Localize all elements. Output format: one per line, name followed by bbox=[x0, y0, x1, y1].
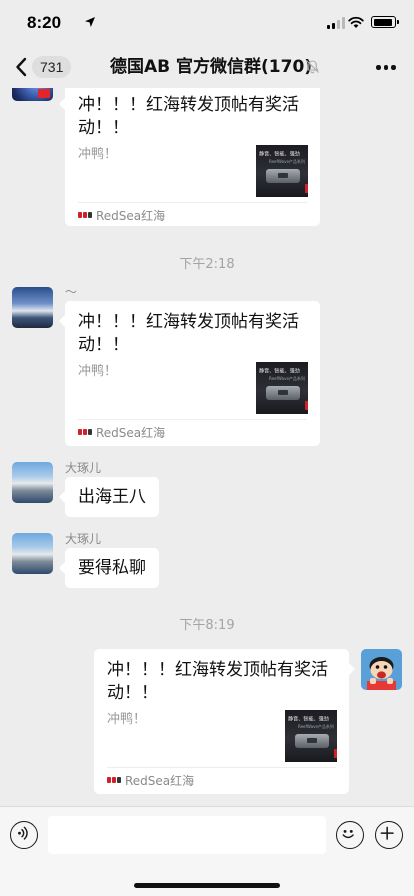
input-bar bbox=[0, 806, 414, 896]
redsea-logo-icon bbox=[78, 211, 92, 219]
card-thumbnail: 静音、智能、强劲 ReefWave产品系列 bbox=[256, 145, 308, 197]
card-description: 冲鸭！ bbox=[107, 712, 147, 727]
time-separator: 下午8:19 bbox=[179, 618, 235, 633]
home-indicator bbox=[134, 883, 280, 888]
avatar[interactable] bbox=[12, 533, 53, 574]
card-thumbnail: 静音、智能、强劲 ReefWave产品系列 bbox=[256, 362, 308, 414]
card-thumbnail: 静音、智能、强劲 ReefWave产品系列 bbox=[285, 710, 337, 762]
card-source: RedSea红海 bbox=[78, 208, 165, 223]
text-message-bubble[interactable]: 出海王八 bbox=[59, 477, 159, 517]
mute-bell-icon bbox=[306, 60, 319, 74]
voice-icon[interactable] bbox=[10, 821, 38, 849]
wifi-icon bbox=[348, 16, 364, 28]
status-time: 8:20 bbox=[27, 13, 62, 32]
nav-bar: 731 德国AB 官方微信群(170) bbox=[0, 46, 414, 88]
shared-link-card[interactable]: 冲！！！红海转发顶帖有奖活动！！ 冲鸭！ 静音、智能、强劲 ReefWave产品… bbox=[94, 649, 355, 794]
text-message-bubble[interactable]: 要得私聊 bbox=[59, 548, 159, 588]
card-source: RedSea红海 bbox=[107, 773, 194, 788]
back-chevron-icon[interactable] bbox=[14, 56, 28, 78]
card-source: RedSea红海 bbox=[78, 425, 165, 440]
status-bar: 8:20 bbox=[0, 0, 414, 46]
card-title: 冲！！！红海转发顶帖有奖活动！！ bbox=[78, 312, 299, 355]
sender-name: 大琢儿 bbox=[65, 461, 102, 475]
chat-message-list[interactable]: 冲！！！红海转发顶帖有奖活动！！ 冲鸭！ 静音、智能、强劲 ReefWave产品… bbox=[0, 88, 414, 806]
time-separator: 下午2:18 bbox=[179, 257, 235, 272]
cartoon-avatar-icon bbox=[367, 657, 396, 690]
card-description: 冲鸭！ bbox=[78, 364, 118, 379]
location-arrow-icon bbox=[85, 17, 95, 27]
redsea-logo-icon bbox=[107, 776, 121, 784]
redsea-logo-icon bbox=[78, 428, 92, 436]
more-dots-icon[interactable] bbox=[376, 65, 396, 70]
plus-icon[interactable] bbox=[375, 821, 403, 849]
battery-icon bbox=[371, 16, 399, 28]
card-title: 冲！！！红海转发顶帖有奖活动！！ bbox=[107, 660, 328, 703]
chat-title: 德国AB 官方微信群(170) bbox=[110, 57, 313, 77]
my-avatar[interactable] bbox=[361, 649, 402, 690]
unread-count-badge[interactable]: 731 bbox=[32, 56, 72, 78]
card-title: 冲！！！红海转发顶帖有奖活动！！ bbox=[78, 95, 299, 138]
avatar[interactable] bbox=[12, 287, 53, 328]
card-description: 冲鸭！ bbox=[78, 147, 118, 162]
sender-name: ～ bbox=[65, 285, 78, 299]
shared-link-card[interactable]: 冲！！！红海转发顶帖有奖活动！！ 冲鸭！ 静音、智能、强劲 ReefWave产品… bbox=[59, 88, 320, 226]
sender-name: 大琢儿 bbox=[65, 532, 102, 546]
avatar[interactable] bbox=[12, 88, 53, 101]
shared-link-card[interactable]: 冲！！！红海转发顶帖有奖活动！！ 冲鸭！ 静音、智能、强劲 ReefWave产品… bbox=[59, 301, 320, 446]
avatar[interactable] bbox=[12, 462, 53, 503]
message-input[interactable] bbox=[48, 816, 326, 854]
signal-icon bbox=[327, 17, 345, 29]
emoji-icon[interactable] bbox=[336, 821, 364, 849]
